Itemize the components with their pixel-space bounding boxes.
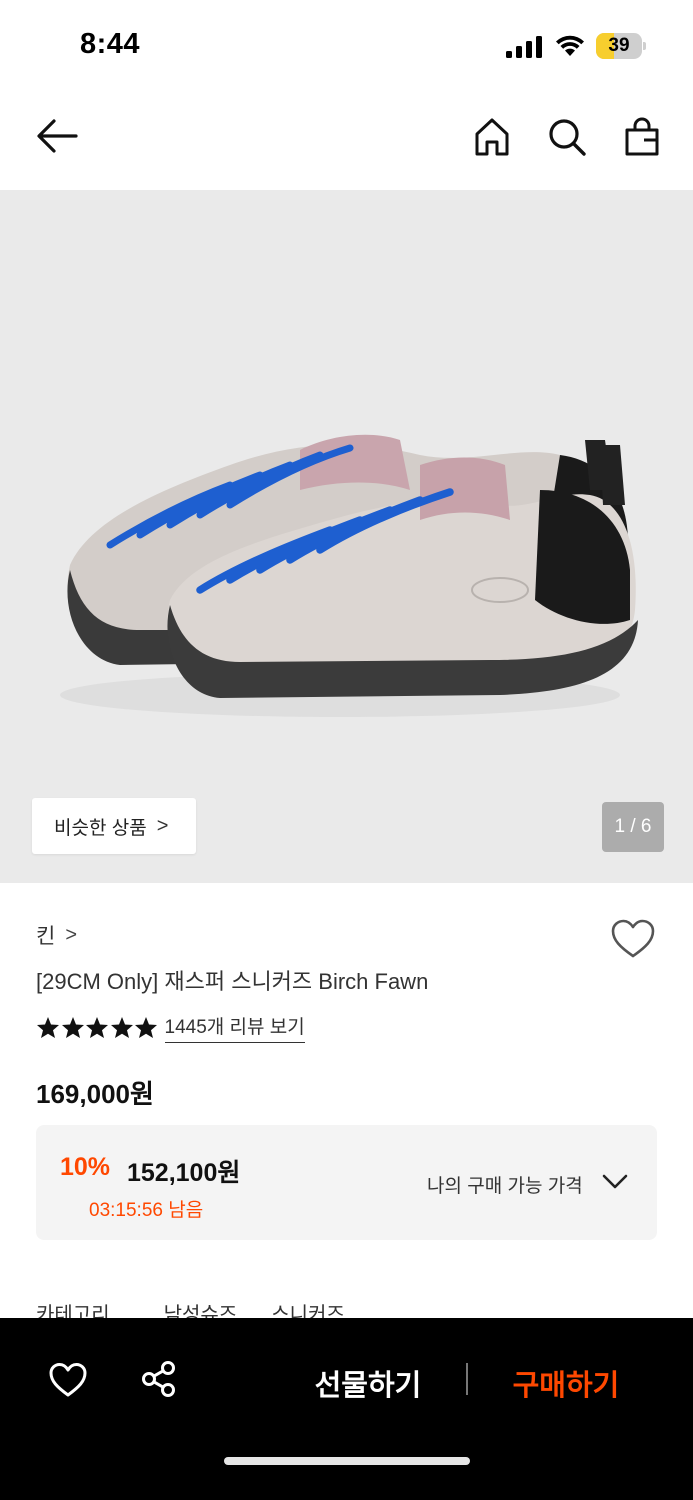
star-icon <box>61 1017 84 1038</box>
chevron-right-icon: > <box>65 923 78 946</box>
image-counter: 1 / 6 <box>602 802 664 852</box>
rating-stars <box>36 1016 159 1039</box>
battery-percent: 39 <box>608 35 630 56</box>
rating-row: 1445개 리뷰 보기 <box>36 1012 305 1043</box>
bottom-action-bar: 선물하기 구매하기 <box>0 1318 693 1500</box>
buy-button[interactable]: 구매하기 <box>494 1362 638 1404</box>
home-indicator <box>224 1457 470 1465</box>
discount-price: 152,100원 <box>127 1159 241 1187</box>
my-price-label: 나의 구매 가능 가격 <box>427 1176 583 1197</box>
product-image <box>60 434 638 717</box>
back-arrow-icon[interactable] <box>34 116 80 156</box>
battery-indicator: 39 <box>596 33 646 59</box>
discount-timer: 03:15:56 남음 <box>89 1200 204 1221</box>
category-label: 카테고리 <box>36 1304 110 1318</box>
original-price: 169,000원 <box>36 1079 154 1109</box>
discount-rate: 10% <box>60 1153 111 1181</box>
review-link[interactable]: 1445개 리뷰 보기 <box>164 1012 305 1043</box>
status-bar: 8:44 39 <box>0 0 693 92</box>
search-icon[interactable] <box>546 116 588 158</box>
category-item[interactable]: 남성슈즈 <box>164 1298 238 1318</box>
gift-button[interactable]: 선물하기 <box>296 1362 440 1404</box>
brand-name: 킨 <box>36 925 56 948</box>
brand-link[interactable]: 킨 > <box>36 920 77 950</box>
product-image-carousel[interactable]: 비슷한 상품 > 1 / 6 <box>0 190 693 883</box>
top-navigation <box>0 92 693 190</box>
home-icon[interactable] <box>472 116 512 158</box>
chevron-right-icon: > <box>156 814 169 837</box>
star-icon <box>37 1017 59 1038</box>
product-title: [29CM Only] 재스퍼 스니커즈 Birch Fawn <box>36 969 429 994</box>
status-time: 8:44 <box>80 28 141 60</box>
discount-box[interactable]: 10% 152,100원 03:15:56 남음 나의 구매 가능 가격 <box>36 1125 657 1240</box>
share-icon[interactable] <box>140 1360 178 1398</box>
star-icon <box>86 1017 108 1038</box>
cellular-signal-icon <box>506 36 542 58</box>
chevron-down-icon[interactable] <box>602 1173 628 1191</box>
heart-icon[interactable] <box>48 1362 88 1398</box>
wishlist-heart-icon[interactable] <box>610 918 656 960</box>
wifi-icon <box>556 35 584 56</box>
similar-products-button[interactable]: 비슷한 상품 > <box>32 798 196 854</box>
category-row: 카테고리 남성슈즈 스니커즈 <box>36 1298 399 1318</box>
star-icon <box>110 1017 133 1038</box>
star-icon <box>135 1017 157 1038</box>
divider <box>466 1363 468 1395</box>
shopping-bag-icon[interactable] <box>622 116 662 158</box>
similar-products-label: 비슷한 상품 <box>54 817 147 839</box>
category-item[interactable]: 스니커즈 <box>271 1298 345 1318</box>
